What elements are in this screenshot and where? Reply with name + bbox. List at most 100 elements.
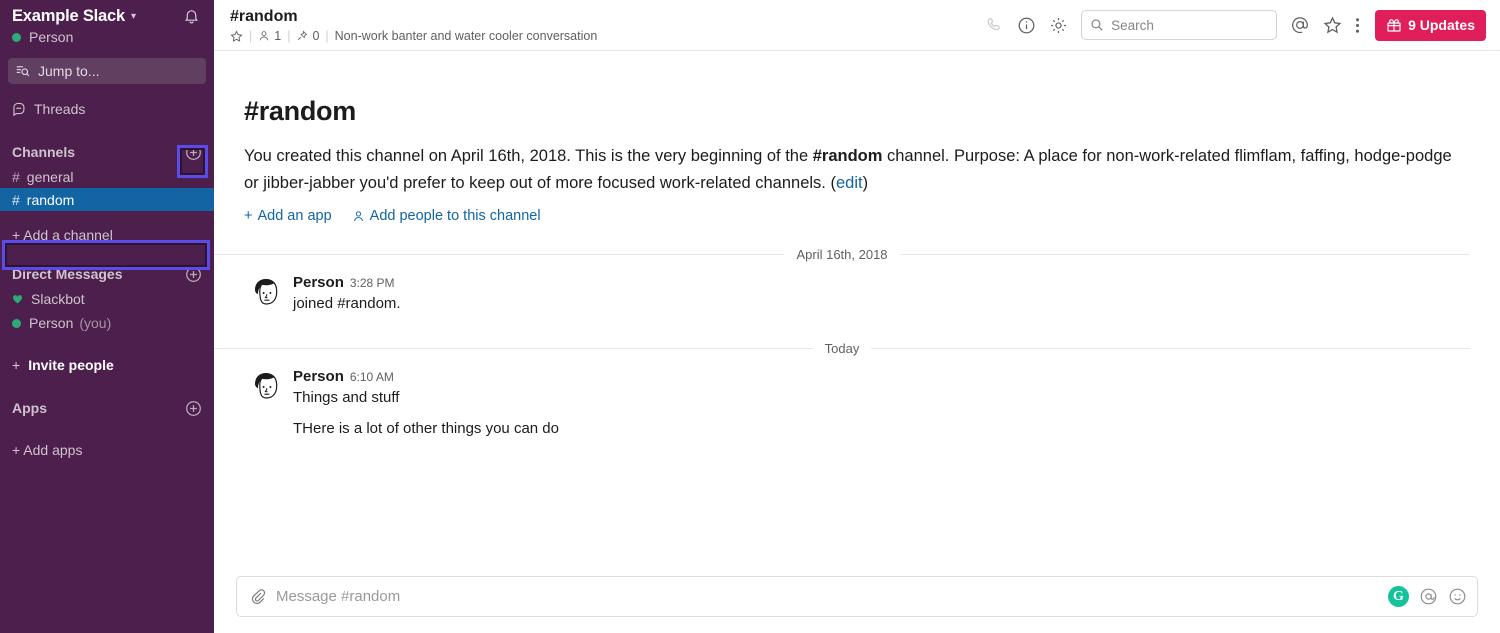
- dm-name: Person: [29, 315, 74, 331]
- message-body: Person 3:28 PM joined #random.: [293, 274, 401, 315]
- channel-header-toolbar: Search 9 Updates: [986, 9, 1486, 41]
- date-divider-label[interactable]: April 16th, 2018: [784, 247, 899, 262]
- message-timestamp[interactable]: 6:10 AM: [350, 370, 394, 384]
- current-user-row[interactable]: Person: [12, 29, 202, 45]
- main-panel: #random | 1 | 0 | Non-work banter and wa…: [214, 0, 1500, 633]
- info-icon[interactable]: [1017, 16, 1036, 35]
- mention-at-icon[interactable]: [1419, 587, 1438, 606]
- add-a-channel-button[interactable]: + Add a channel: [0, 220, 214, 250]
- starred-items-icon[interactable]: [1323, 16, 1342, 35]
- sidebar-dm-person[interactable]: Person (you): [0, 311, 214, 335]
- dm-name: Slackbot: [31, 291, 85, 307]
- jump-to-label: Jump to...: [38, 63, 100, 79]
- add-apps-label: + Add apps: [12, 442, 83, 458]
- sidebar-item-threads[interactable]: Threads: [0, 97, 214, 121]
- gear-icon[interactable]: [1049, 16, 1068, 35]
- presence-online-icon: [12, 318, 21, 328]
- add-apps-button[interactable]: + Add apps: [0, 438, 214, 462]
- add-direct-message-plus-icon[interactable]: [185, 266, 202, 283]
- intro-text-3: ): [862, 174, 869, 192]
- date-divider-first: April 16th, 2018: [214, 247, 1471, 262]
- more-options-kebab-icon[interactable]: [1355, 16, 1360, 35]
- message-timestamp[interactable]: 3:28 PM: [350, 276, 395, 290]
- invite-people-label: Invite people: [28, 356, 114, 373]
- member-count[interactable]: 1: [258, 29, 281, 43]
- search-icon: [16, 64, 30, 78]
- threads-label: Threads: [34, 101, 86, 117]
- channel-header-left: #random | 1 | 0 | Non-work banter and wa…: [230, 7, 597, 43]
- sidebar-dm-slackbot[interactable]: Slackbot: [0, 287, 214, 311]
- add-channel-plus-icon[interactable]: [185, 144, 202, 161]
- pin-count[interactable]: 0: [296, 29, 319, 43]
- heart-icon: [12, 294, 23, 305]
- divider-line: [899, 254, 1471, 255]
- message-author[interactable]: Person: [293, 368, 344, 385]
- search-input[interactable]: Search: [1081, 10, 1278, 40]
- meta-separator: |: [325, 29, 329, 43]
- meta-separator: |: [249, 29, 253, 43]
- avatar[interactable]: [248, 368, 284, 404]
- add-people-label: Add people to this channel: [369, 208, 541, 224]
- chevron-down-icon[interactable]: ▾: [131, 11, 136, 22]
- star-channel-icon[interactable]: [230, 29, 243, 43]
- direct-messages-section-header[interactable]: Direct Messages: [0, 261, 214, 287]
- updates-button[interactable]: 9 Updates: [1375, 9, 1486, 41]
- channel-meta: | 1 | 0 | Non-work banter and water cool…: [230, 29, 597, 43]
- channel-intro-text: You created this channel on April 16th, …: [244, 143, 1459, 197]
- channel-intro-title: #random: [244, 96, 356, 126]
- message-header: Person 6:10 AM: [293, 368, 559, 385]
- pin-count-value: 0: [312, 29, 320, 43]
- direct-messages-label: Direct Messages: [12, 266, 123, 282]
- intro-text-1: You created this channel on April 16th, …: [244, 147, 813, 165]
- add-an-app-link[interactable]: + Add an app: [244, 208, 332, 224]
- message-composer[interactable]: Message #random G: [236, 576, 1478, 617]
- search-placeholder: Search: [1111, 17, 1154, 33]
- edit-purpose-link[interactable]: edit: [836, 174, 863, 192]
- message-author[interactable]: Person: [293, 274, 344, 291]
- add-app-plus-icon[interactable]: [185, 400, 202, 417]
- presence-online-icon: [12, 32, 21, 42]
- message-input-placeholder[interactable]: Message #random: [276, 588, 1388, 605]
- hash-icon: #: [12, 191, 20, 208]
- channel-title[interactable]: #random: [230, 7, 597, 26]
- channels-section-header[interactable]: Channels: [0, 139, 214, 165]
- channel-intro-actions: + Add an app Add people to this channel: [244, 208, 1470, 224]
- person-icon: [353, 210, 363, 221]
- message-text: Things and stuff: [293, 389, 400, 406]
- emoji-icon[interactable]: [1448, 587, 1467, 606]
- channel-header: #random | 1 | 0 | Non-work banter and wa…: [214, 0, 1500, 51]
- sidebar-channel-general[interactable]: # general: [0, 165, 214, 188]
- mentions-at-icon[interactable]: [1290, 15, 1310, 35]
- message-body: Person 6:10 AM Things and stuff THere is…: [293, 368, 559, 440]
- apps-section-header[interactable]: Apps: [0, 395, 214, 421]
- channels-section-label: Channels: [12, 144, 76, 160]
- avatar[interactable]: [248, 274, 284, 310]
- intro-channel-mention[interactable]: #random: [813, 147, 883, 165]
- message-header: Person 3:28 PM: [293, 274, 401, 291]
- grammarly-icon[interactable]: G: [1388, 586, 1409, 607]
- message-composer-container: Message #random G: [214, 568, 1500, 633]
- message-list: #random You created this channel on Apri…: [214, 51, 1500, 568]
- sidebar: Example Slack ▾ Person Jump to... Thread…: [0, 0, 214, 633]
- call-phone-icon[interactable]: [986, 16, 1004, 34]
- attachment-clip-icon[interactable]: [249, 588, 266, 605]
- apps-section-label: Apps: [12, 400, 47, 416]
- meta-separator: |: [287, 29, 291, 43]
- search-icon: [1091, 19, 1103, 31]
- message-row: Person 3:28 PM joined #random.: [214, 262, 1500, 315]
- channel-topic[interactable]: Non-work banter and water cooler convers…: [335, 29, 598, 43]
- team-name[interactable]: Example Slack: [12, 7, 125, 26]
- date-divider-label[interactable]: Today: [813, 341, 872, 356]
- add-an-app-label: Add an app: [257, 208, 332, 224]
- jump-to-search[interactable]: Jump to...: [8, 58, 206, 84]
- channel-name: random: [26, 191, 75, 208]
- divider-line: [871, 348, 1471, 349]
- team-header[interactable]: Example Slack ▾ Person: [0, 0, 214, 47]
- sidebar-channel-random[interactable]: # random: [0, 188, 214, 211]
- add-people-link[interactable]: Add people to this channel: [352, 208, 541, 224]
- current-user-name: Person: [29, 29, 74, 45]
- team-name-row[interactable]: Example Slack ▾: [12, 7, 202, 26]
- slack-app-window: Example Slack ▾ Person Jump to... Thread…: [0, 0, 1500, 633]
- notifications-bell-icon[interactable]: [183, 8, 200, 25]
- invite-people-button[interactable]: + Invite people: [0, 352, 214, 377]
